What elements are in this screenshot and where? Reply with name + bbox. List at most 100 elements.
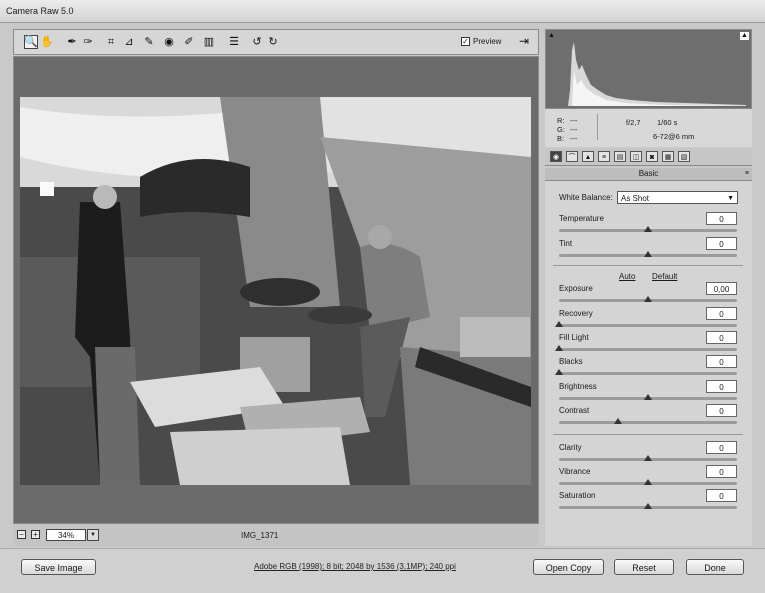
slider-value-field[interactable]: 0 — [706, 355, 737, 368]
color-sampler-tool-icon[interactable]: ✑ — [81, 35, 95, 49]
slider-row: Brightness 0 — [545, 380, 752, 404]
spot-removal-tool-icon[interactable]: ✎ — [142, 35, 156, 49]
graduated-filter-icon[interactable]: ▥ — [202, 35, 216, 49]
g-value: --- — [570, 125, 578, 134]
white-balance-select[interactable]: As Shot ▼ — [617, 191, 738, 204]
default-link[interactable]: Default — [652, 272, 677, 281]
slider-thumb[interactable] — [613, 418, 622, 424]
zoom-tool-icon[interactable]: 🔍 — [24, 35, 38, 49]
slider-label: Exposure — [559, 284, 593, 293]
slider-row: Vibrance 0 — [545, 465, 752, 489]
slider-row: Blacks 0 — [545, 355, 752, 379]
slider-track[interactable] — [559, 348, 737, 351]
slider-value-field[interactable]: 0 — [706, 212, 737, 225]
r-value: --- — [570, 116, 578, 125]
slider-row: Tint 0 — [545, 237, 752, 261]
hsl-tab-icon[interactable]: ≡ — [598, 151, 610, 162]
white-balance-tool-icon[interactable]: ✒ — [65, 35, 79, 49]
readout-divider — [597, 114, 598, 140]
slider-row: Saturation 0 — [545, 489, 752, 513]
shutter-value: 1/60 s — [657, 118, 678, 127]
divider — [553, 434, 743, 435]
reset-button[interactable]: Reset — [614, 559, 674, 575]
lens-corrections-tab-icon[interactable]: ◫ — [630, 151, 642, 162]
crop-tool-icon[interactable]: ⌗ — [104, 35, 118, 49]
slider-value-field[interactable]: 0 — [706, 465, 737, 478]
g-label: G: — [557, 125, 565, 134]
slider-thumb[interactable] — [644, 503, 652, 509]
slider-value-field[interactable]: 0 — [706, 404, 737, 417]
slider-thumb[interactable] — [555, 369, 563, 375]
save-image-button[interactable]: Save Image — [21, 559, 96, 575]
slider-row: Clarity 0 — [545, 441, 752, 465]
panel-header: Basic ≡ — [545, 168, 752, 181]
slider-value-field[interactable]: 0 — [706, 489, 737, 502]
slider-thumb[interactable] — [644, 394, 652, 400]
detail-tab-icon[interactable]: ▲ — [582, 151, 594, 162]
slider-label: Fill Light — [559, 333, 589, 342]
slider-label: Contrast — [559, 406, 590, 415]
fullscreen-icon[interactable]: ⇥ — [519, 34, 533, 48]
slider-thumb[interactable] — [644, 479, 652, 485]
rotate-ccw-icon[interactable]: ↺ — [250, 35, 264, 49]
camera-calibration-tab-icon[interactable]: ◙ — [646, 151, 658, 162]
image-canvas[interactable] — [13, 56, 539, 524]
zoom-level-field[interactable]: 34% — [46, 529, 86, 541]
preview-checkbox[interactable]: ✓ — [461, 37, 470, 46]
snapshots-tab-icon[interactable]: ▧ — [678, 151, 690, 162]
auto-link[interactable]: Auto — [619, 272, 635, 281]
slider-label: Tint — [559, 239, 573, 248]
slider-thumb[interactable] — [644, 455, 652, 461]
slider-thumb[interactable] — [555, 321, 563, 327]
window-title: Camera Raw 5.0 — [6, 6, 74, 16]
white-balance-label: White Balance: — [559, 193, 613, 202]
slider-label: Temperature — [559, 214, 604, 223]
slider-thumb[interactable] — [555, 345, 563, 351]
split-toning-tab-icon[interactable]: ▤ — [614, 151, 626, 162]
slider-thumb[interactable] — [644, 296, 652, 302]
slider-track[interactable] — [559, 324, 737, 327]
panel-menu-icon[interactable]: ≡ — [745, 168, 749, 180]
slider-row: Exposure 0,00 — [545, 282, 752, 306]
toolbar: ✓ Preview ⇥ 🔍 ✋ ✒ ✑ ⌗ ⊿ ✎ ◉ ✐ ▥ ☰ ↺ ↻ — [13, 29, 539, 55]
status-bar: − + 34% ▼ IMG_1371 — [13, 524, 539, 546]
zoom-out-button[interactable]: − — [17, 530, 26, 539]
hand-tool-icon[interactable]: ✋ — [40, 35, 54, 49]
basic-panel: White Balance: As Shot ▼ Auto Default Te… — [545, 181, 752, 546]
b-label: B: — [557, 134, 565, 143]
slider-value-field[interactable]: 0 — [706, 380, 737, 393]
slider-label: Vibrance — [559, 467, 591, 476]
slider-thumb[interactable] — [644, 226, 652, 232]
workflow-options-link[interactable]: Adobe RGB (1998); 8 bit; 2048 by 1536 (3… — [254, 562, 456, 571]
slider-value-field[interactable]: 0 — [706, 237, 737, 250]
slider-value-field[interactable]: 0 — [706, 307, 737, 320]
basic-tab-icon[interactable]: ◉ — [550, 151, 562, 162]
slider-value-field[interactable]: 0 — [706, 441, 737, 454]
zoom-in-button[interactable]: + — [31, 530, 40, 539]
slider-value-field[interactable]: 0,00 — [706, 282, 737, 295]
slider-track[interactable] — [559, 421, 737, 424]
presets-tab-icon[interactable]: ▦ — [662, 151, 674, 162]
slider-track[interactable] — [559, 372, 737, 375]
straighten-tool-icon[interactable]: ⊿ — [122, 35, 136, 49]
preview-label: Preview — [473, 37, 502, 46]
preferences-icon[interactable]: ☰ — [227, 35, 241, 49]
preview-toggle[interactable]: ✓ Preview — [461, 37, 501, 46]
slider-label: Blacks — [559, 357, 583, 366]
rotate-cw-icon[interactable]: ↻ — [266, 35, 280, 49]
r-label: R: — [557, 116, 565, 125]
slider-row: Temperature 0 — [545, 212, 752, 236]
panel-tabs: ◉ ⌒ ▲ ≡ ▤ ◫ ◙ ▦ ▧ — [545, 149, 752, 166]
slider-label: Brightness — [559, 382, 597, 391]
tone-curve-tab-icon[interactable]: ⌒ — [566, 151, 578, 162]
slider-value-field[interactable]: 0 — [706, 331, 737, 344]
adjustment-brush-icon[interactable]: ✐ — [182, 35, 196, 49]
b-value: --- — [570, 134, 578, 143]
zoom-dropdown-icon[interactable]: ▼ — [87, 529, 99, 541]
slider-label: Recovery — [559, 309, 593, 318]
red-eye-tool-icon[interactable]: ◉ — [162, 35, 176, 49]
aperture-value: f/2,7 — [626, 118, 641, 127]
slider-thumb[interactable] — [644, 251, 652, 257]
done-button[interactable]: Done — [686, 559, 744, 575]
open-copy-button[interactable]: Open Copy — [533, 559, 604, 575]
